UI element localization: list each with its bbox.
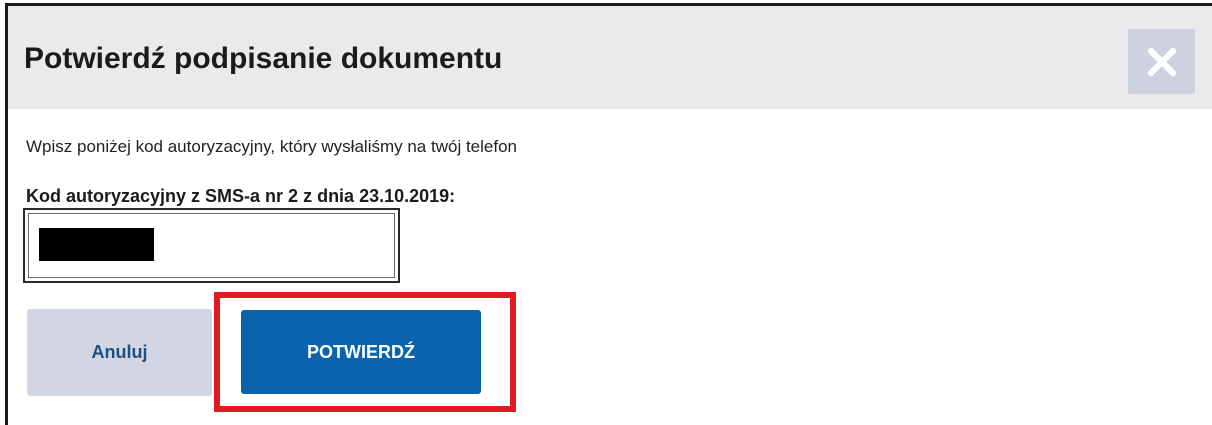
auth-code-input[interactable] bbox=[23, 208, 400, 283]
auth-code-label: Kod autoryzacyjny z SMS-a nr 2 z dnia 23… bbox=[26, 186, 456, 206]
dialog-header: Potwierdź podpisanie dokumentu bbox=[8, 6, 1212, 109]
dialog-title: Potwierdź podpisanie dokumentu bbox=[24, 42, 503, 75]
auth-code-input-inner[interactable] bbox=[28, 213, 395, 278]
confirm-button[interactable]: POTWIERDŹ bbox=[241, 310, 481, 394]
dialog-description: Wpisz poniżej kod autoryzacyjny, który w… bbox=[26, 137, 517, 156]
close-icon bbox=[1148, 48, 1176, 76]
close-button[interactable] bbox=[1128, 29, 1195, 94]
cancel-button[interactable]: Anuluj bbox=[27, 309, 212, 396]
redacted-code bbox=[39, 228, 154, 261]
